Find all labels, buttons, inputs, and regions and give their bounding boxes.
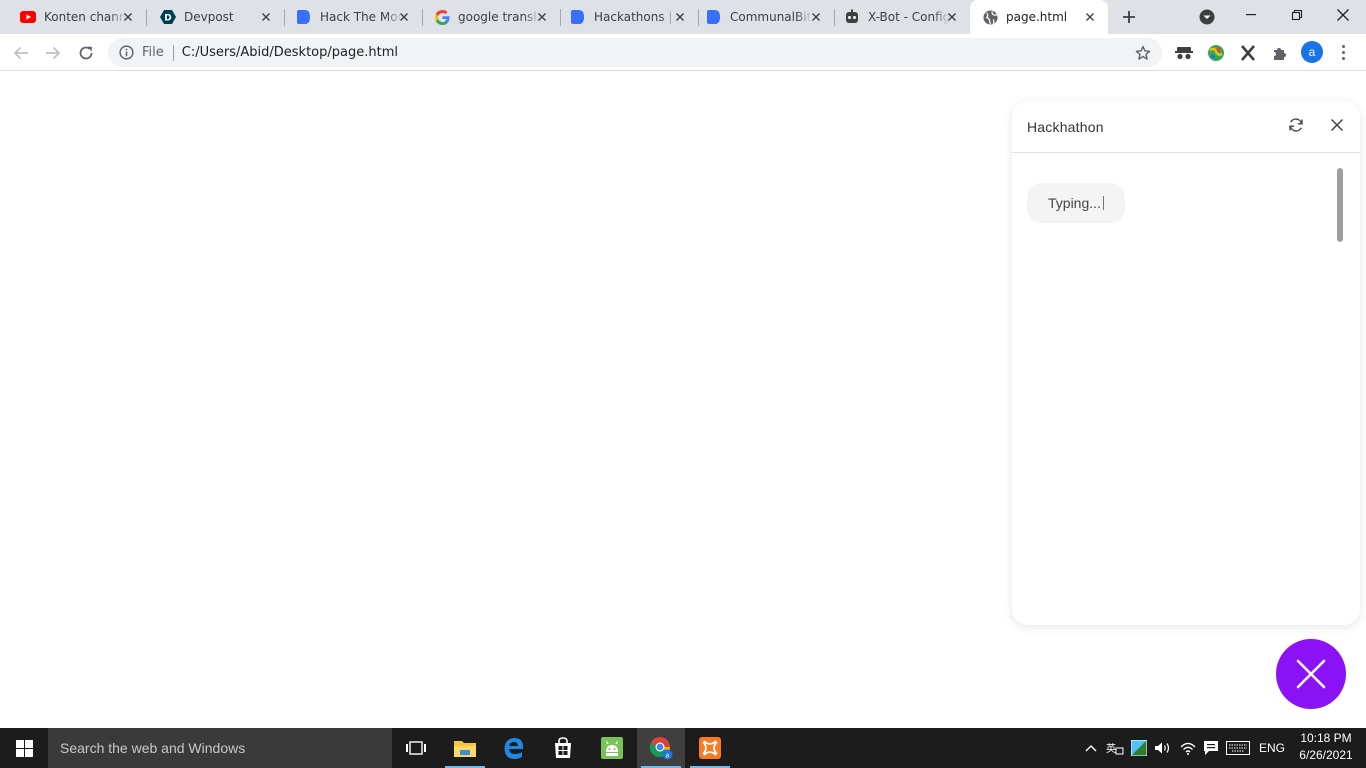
back-button[interactable] [7, 39, 35, 67]
file-explorer-icon[interactable] [441, 728, 489, 768]
tab-communalbit[interactable]: CommunalBit [698, 0, 834, 34]
close-icon[interactable] [1327, 115, 1347, 135]
tab-title: page.html [1006, 10, 1068, 24]
browser-menu-icon[interactable] [1335, 42, 1351, 62]
tab-google-translate[interactable]: google translate [422, 0, 560, 34]
youtube-icon [20, 9, 36, 25]
tab-strip: Konten channel D Devpost Hack The Mounta… [0, 0, 1366, 34]
close-tab-icon[interactable] [808, 9, 824, 25]
tab-title: Konten channel [44, 10, 126, 24]
taskbar-search-placeholder: Search the web and Windows [60, 740, 246, 756]
info-icon[interactable] [118, 45, 134, 61]
bookmark-star-icon[interactable] [1134, 44, 1152, 62]
typing-bubble: Typing... [1027, 183, 1125, 223]
typing-text: Typing... [1048, 195, 1101, 211]
chat-header: Hackhathon [1012, 101, 1360, 153]
tab-hackathons-devfolio[interactable]: Hackathons | Devfolio [560, 0, 698, 34]
chat-messages[interactable]: Typing... [1012, 154, 1360, 625]
chat-toggle-button[interactable] [1276, 639, 1346, 709]
tab-devpost[interactable]: D Devpost [146, 0, 284, 34]
close-tab-icon[interactable] [534, 9, 550, 25]
clock-date: 6/26/2021 [1299, 748, 1353, 762]
chrome-taskbar-icon[interactable]: a [637, 728, 685, 768]
new-tab-button[interactable] [1118, 6, 1140, 28]
close-tab-icon[interactable] [944, 9, 960, 25]
clock-time: 10:18 PM [1300, 731, 1352, 745]
taskbar: Search the web and Windows a 英 ENG 10:18… [0, 728, 1366, 768]
notifications-icon[interactable] [1201, 728, 1221, 768]
chat-scrollbar[interactable] [1337, 168, 1343, 242]
bot-icon [844, 9, 860, 25]
devfolio-icon [570, 9, 586, 25]
store-icon[interactable] [539, 728, 587, 768]
omnibox-divider [172, 44, 174, 61]
tab-title: X-Bot - Configure [868, 10, 950, 24]
input-method-icon[interactable]: 英 [1104, 728, 1126, 768]
close-tab-icon[interactable] [258, 9, 274, 25]
google-icon [434, 9, 450, 25]
restore-button[interactable] [1274, 0, 1320, 30]
tab-x-bot-configure[interactable]: X-Bot - Configure [834, 0, 970, 34]
chat-panel: Hackhathon Typing... [1012, 101, 1360, 625]
svg-text:a: a [666, 752, 670, 759]
devpost-icon: D [160, 9, 176, 25]
tab-title: Hackathons | Devfolio [594, 10, 676, 24]
close-window-button[interactable] [1320, 0, 1366, 30]
app-tray-icon[interactable] [1129, 728, 1149, 768]
svg-text:英: 英 [1106, 742, 1116, 755]
browser-toolbar: File C:/Users/Abid/Desktop/page.html a [0, 34, 1366, 71]
x-extension-icon[interactable] [1238, 43, 1258, 63]
tab-page-html[interactable]: page.html [970, 0, 1108, 34]
devfolio-icon [296, 9, 312, 25]
close-tab-icon[interactable] [1082, 9, 1098, 25]
tab-hack-the-mountains[interactable]: Hack The Mountains [284, 0, 422, 34]
svg-text:D: D [164, 14, 171, 24]
chat-title: Hackhathon [1027, 118, 1104, 135]
forward-button[interactable] [39, 39, 67, 67]
globe-extension-icon[interactable] [1206, 43, 1226, 63]
touch-keyboard-icon[interactable] [1225, 728, 1251, 768]
taskbar-clock[interactable]: 10:18 PM 6/26/2021 [1290, 730, 1362, 766]
address-bar[interactable]: File C:/Users/Abid/Desktop/page.html [108, 38, 1162, 67]
url-scheme-label: File [142, 45, 164, 60]
tab-title: CommunalBit [730, 10, 812, 24]
task-view-button[interactable] [392, 728, 440, 768]
close-icon [1295, 658, 1327, 690]
minimize-button[interactable] [1228, 0, 1274, 30]
show-hidden-icons-button[interactable] [1082, 728, 1100, 768]
tab-title: Hack The Mountains [320, 10, 402, 24]
profile-avatar[interactable]: a [1301, 41, 1323, 63]
tab-title: google translate [458, 10, 540, 24]
tab-search-button[interactable] [1197, 7, 1217, 27]
globe-icon [982, 9, 998, 25]
tab-title: Devpost [184, 10, 234, 24]
devfolio-icon [706, 9, 722, 25]
xampp-icon[interactable] [686, 728, 734, 768]
wifi-icon[interactable] [1178, 728, 1198, 768]
taskbar-search-box[interactable]: Search the web and Windows [48, 728, 392, 768]
close-tab-icon[interactable] [120, 9, 136, 25]
tab-youtube[interactable]: Konten channel [0, 0, 146, 34]
start-button[interactable] [0, 728, 48, 768]
url-text[interactable]: C:/Users/Abid/Desktop/page.html [182, 45, 398, 60]
close-tab-icon[interactable] [396, 9, 412, 25]
android-studio-icon[interactable] [588, 728, 636, 768]
edge-icon[interactable] [490, 728, 538, 768]
reload-button[interactable] [72, 39, 100, 67]
volume-icon[interactable] [1152, 728, 1174, 768]
incognito-extension-icon[interactable] [1174, 43, 1194, 63]
text-caret [1102, 196, 1104, 210]
refresh-icon[interactable] [1286, 115, 1306, 135]
language-indicator[interactable]: ENG [1255, 728, 1289, 768]
close-tab-icon[interactable] [672, 9, 688, 25]
extensions-puzzle-icon[interactable] [1270, 43, 1290, 63]
